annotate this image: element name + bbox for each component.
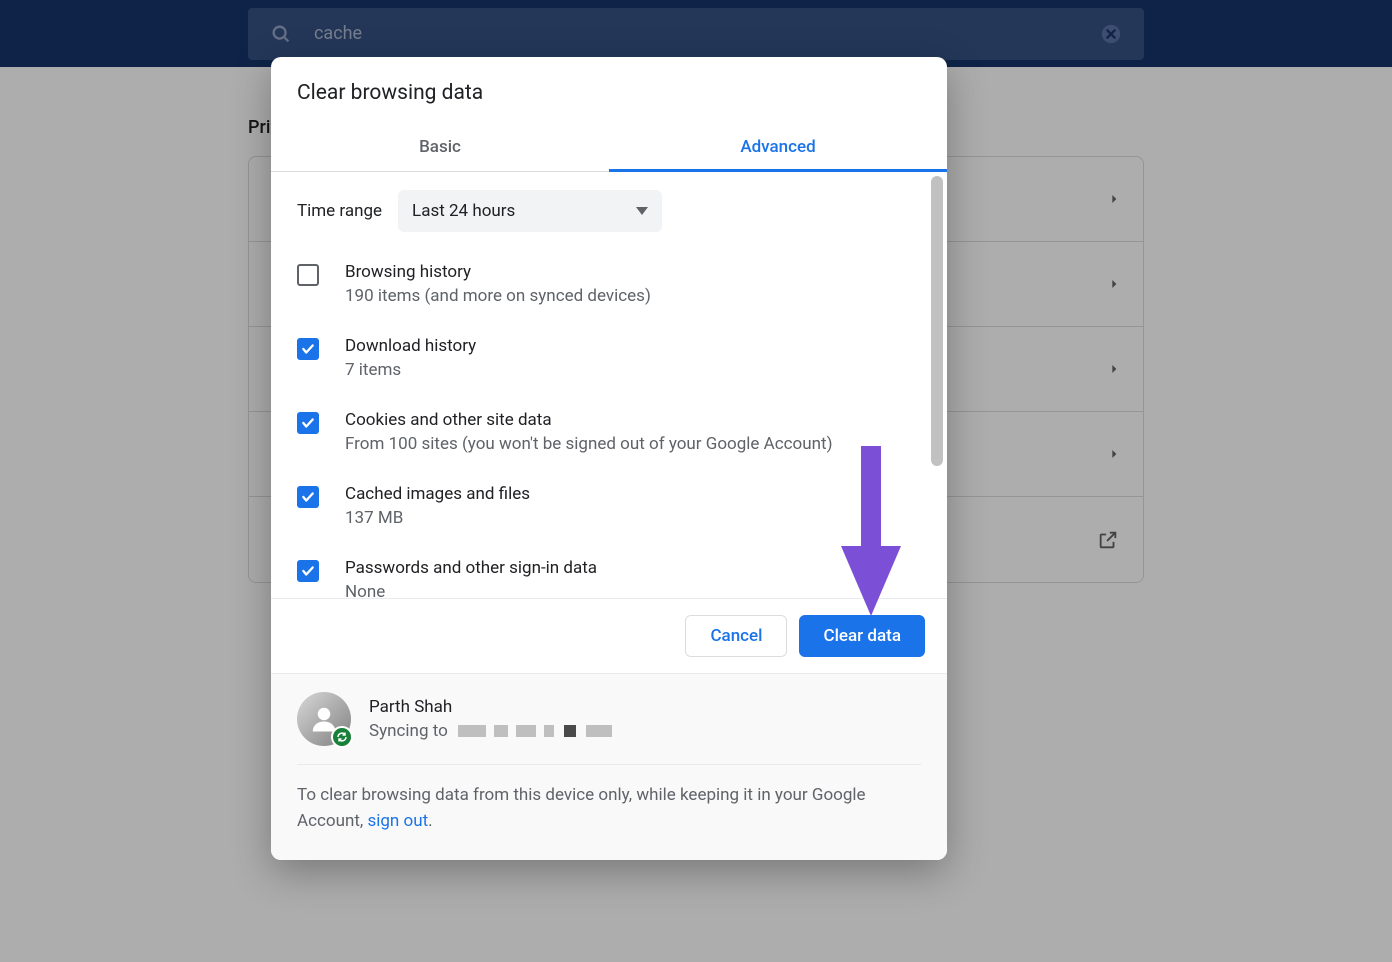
option-title: Passwords and other sign-in data <box>345 558 597 578</box>
option-sub: From 100 sites (you won't be signed out … <box>345 434 833 454</box>
sign-out-link[interactable]: sign out <box>367 811 428 831</box>
cancel-button[interactable]: Cancel <box>685 615 787 657</box>
checkbox[interactable] <box>297 486 319 508</box>
option-row: Browsing history 190 items (and more on s… <box>297 254 921 328</box>
option-sub: 190 items (and more on synced devices) <box>345 286 651 306</box>
option-title: Download history <box>345 336 476 356</box>
option-row: Cached images and files 137 MB <box>297 476 921 550</box>
option-title: Browsing history <box>345 262 651 282</box>
option-row: Download history 7 items <box>297 328 921 402</box>
checkbox[interactable] <box>297 264 319 286</box>
checkbox[interactable] <box>297 338 319 360</box>
time-range-value: Last 24 hours <box>412 201 515 221</box>
account-avatar <box>297 692 351 746</box>
tab-basic[interactable]: Basic <box>271 123 609 171</box>
time-range-select[interactable]: Last 24 hours <box>398 190 662 232</box>
option-row: Passwords and other sign-in data None <box>297 550 921 598</box>
option-title: Cached images and files <box>345 484 530 504</box>
account-name: Parth Shah <box>369 697 612 717</box>
dialog-title: Clear browsing data <box>271 57 947 123</box>
signout-note: To clear browsing data from this device … <box>297 765 921 860</box>
time-range-label: Time range <box>297 201 382 221</box>
clear-browsing-data-dialog: Clear browsing data Basic Advanced Time … <box>271 57 947 860</box>
scrollbar[interactable] <box>931 176 945 598</box>
option-sub: 137 MB <box>345 508 530 528</box>
option-sub: 7 items <box>345 360 476 380</box>
sync-badge-icon <box>331 726 353 748</box>
dropdown-triangle-icon <box>636 207 648 215</box>
dialog-tabs: Basic Advanced <box>271 123 947 172</box>
option-sub: None <box>345 582 597 598</box>
account-sync-status: Syncing to <box>369 721 612 741</box>
tab-advanced[interactable]: Advanced <box>609 123 947 171</box>
clear-data-button[interactable]: Clear data <box>799 615 925 657</box>
option-title: Cookies and other site data <box>345 410 833 430</box>
option-row: Cookies and other site data From 100 site… <box>297 402 921 476</box>
checkbox[interactable] <box>297 560 319 582</box>
checkbox[interactable] <box>297 412 319 434</box>
